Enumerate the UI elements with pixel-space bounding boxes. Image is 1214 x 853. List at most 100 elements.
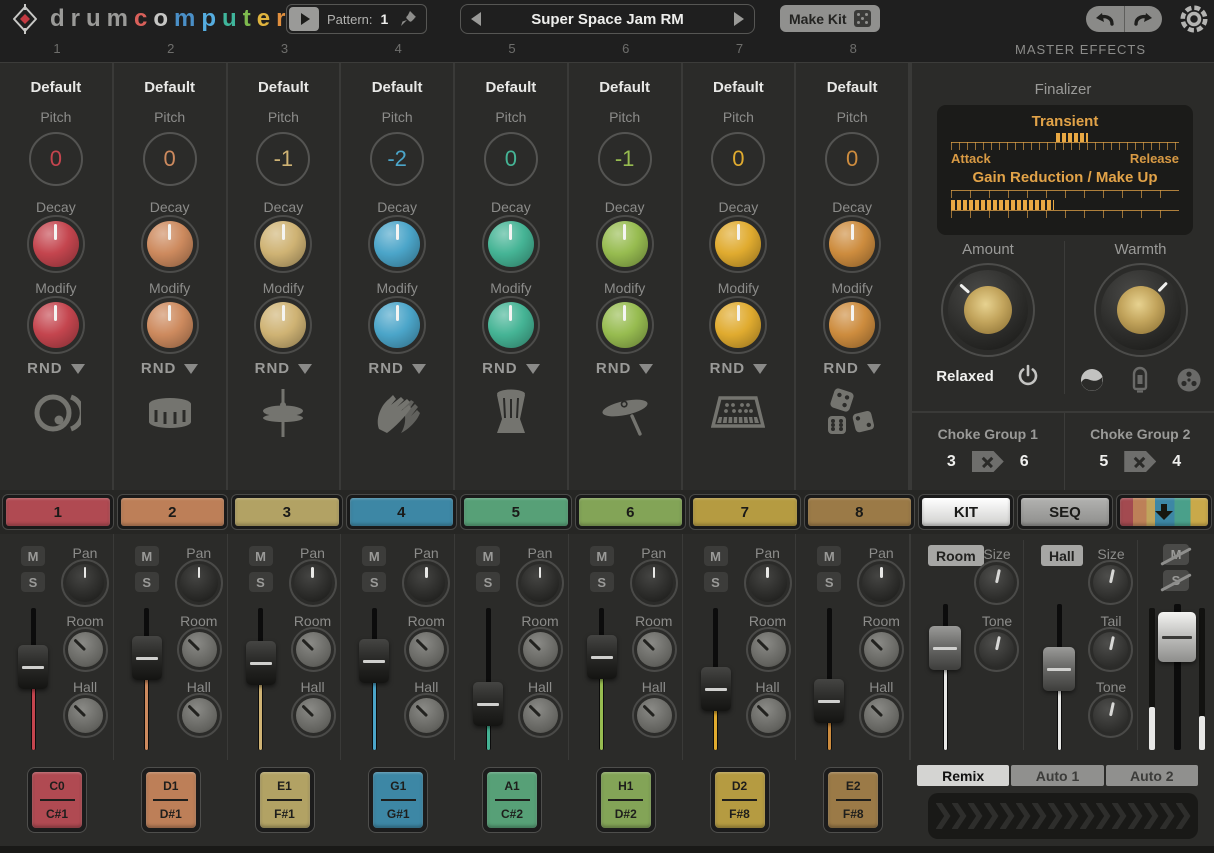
room-fader[interactable] — [928, 604, 962, 750]
undo-button[interactable] — [1086, 6, 1125, 32]
dice-icon[interactable] — [826, 387, 878, 439]
channel-fader[interactable] — [130, 608, 164, 750]
conga-icon[interactable] — [489, 387, 533, 439]
randomize-control[interactable]: RND — [823, 360, 881, 377]
transient-meter[interactable] — [951, 133, 1179, 142]
channel-preset-name[interactable]: Default — [713, 79, 764, 96]
note-pad-8[interactable]: E2F#8 — [823, 767, 883, 833]
choke-group-2-left[interactable]: 5 — [1099, 453, 1108, 471]
channel-fader[interactable] — [471, 608, 505, 750]
trigger-pad-3[interactable]: 3 — [231, 494, 343, 530]
trigger-pad-6[interactable]: 6 — [575, 494, 687, 530]
note-pad-2[interactable]: D1D#1 — [141, 767, 201, 833]
mute-button[interactable]: M — [135, 546, 159, 566]
hall-send-knob[interactable] — [409, 698, 444, 733]
note-pad-5[interactable]: A1C#2 — [482, 767, 542, 833]
pitch-knob[interactable]: 0 — [484, 132, 538, 186]
mute-button[interactable]: M — [249, 546, 273, 566]
preset-next-icon[interactable] — [734, 12, 744, 26]
randomize-control[interactable]: RND — [596, 360, 654, 377]
preset-prev-icon[interactable] — [471, 12, 481, 26]
note-pad-6[interactable]: H1D#2 — [596, 767, 656, 833]
modify-knob[interactable] — [260, 302, 306, 348]
make-kit-button[interactable]: Make Kit — [780, 5, 880, 32]
channel-fader[interactable] — [699, 608, 733, 750]
randomize-control[interactable]: RND — [27, 360, 85, 377]
modify-knob[interactable] — [488, 302, 534, 348]
modify-knob[interactable] — [602, 302, 648, 348]
room-send-knob[interactable] — [409, 632, 444, 667]
solo-button[interactable]: S — [817, 572, 841, 592]
pitch-knob[interactable]: 0 — [825, 132, 879, 186]
decay-knob[interactable] — [260, 221, 306, 267]
hihat-icon[interactable] — [258, 387, 308, 439]
choke-x-icon[interactable] — [972, 451, 1004, 472]
decay-knob[interactable] — [374, 221, 420, 267]
decay-knob[interactable] — [829, 221, 875, 267]
play-button[interactable] — [289, 7, 319, 31]
mute-button[interactable]: M — [704, 546, 728, 566]
pan-knob[interactable] — [180, 564, 218, 602]
channel-fader[interactable] — [357, 608, 391, 750]
master-solo-button[interactable]: S — [1163, 570, 1189, 591]
trigger-pad-7[interactable]: 7 — [689, 494, 801, 530]
master-volume-fader[interactable] — [1157, 604, 1197, 750]
pitch-knob[interactable]: 0 — [143, 132, 197, 186]
pan-knob[interactable] — [407, 564, 445, 602]
choke-group-1-right[interactable]: 6 — [1020, 453, 1029, 471]
pan-knob[interactable] — [294, 564, 332, 602]
modify-knob[interactable] — [374, 302, 420, 348]
remix-tab-remix[interactable]: Remix — [917, 765, 1009, 786]
choke-x-icon[interactable] — [1124, 451, 1156, 472]
pitch-knob[interactable]: -1 — [256, 132, 310, 186]
hall-send-knob[interactable] — [296, 698, 331, 733]
warmth-knob[interactable] — [1101, 270, 1181, 350]
compressor-mode-label[interactable]: Relaxed — [936, 368, 994, 385]
amount-knob[interactable] — [948, 270, 1028, 350]
modify-knob[interactable] — [829, 302, 875, 348]
pin-icon[interactable] — [398, 9, 418, 29]
channel-preset-name[interactable]: Default — [485, 79, 536, 96]
channel-preset-name[interactable]: Default — [258, 79, 309, 96]
preset-name[interactable]: Super Space Jam RM — [531, 11, 684, 28]
hall-tone-knob[interactable] — [1093, 698, 1128, 733]
randomize-control[interactable]: RND — [710, 360, 768, 377]
solo-button[interactable]: S — [476, 572, 500, 592]
pitch-knob[interactable]: 0 — [711, 132, 765, 186]
solo-button[interactable]: S — [704, 572, 728, 592]
hall-tail-knob[interactable] — [1093, 632, 1128, 667]
note-pad-1[interactable]: C0C#1 — [27, 767, 87, 833]
mute-button[interactable]: M — [590, 546, 614, 566]
kit-download-button[interactable] — [1116, 494, 1212, 530]
channel-fader[interactable] — [244, 608, 278, 750]
pan-knob[interactable] — [635, 564, 673, 602]
room-send-knob[interactable] — [68, 632, 103, 667]
hall-send-knob[interactable] — [68, 698, 103, 733]
decay-knob[interactable] — [602, 221, 648, 267]
remix-tab-auto-2[interactable]: Auto 2 — [1106, 765, 1198, 786]
randomize-control[interactable]: RND — [368, 360, 426, 377]
hall-size-knob[interactable] — [1093, 565, 1128, 600]
note-pad-7[interactable]: D2F#8 — [710, 767, 770, 833]
note-pad-4[interactable]: G1G#1 — [368, 767, 428, 833]
room-send-knob[interactable] — [751, 632, 786, 667]
power-icon[interactable] — [1016, 364, 1040, 388]
solo-button[interactable]: S — [590, 572, 614, 592]
room-send-knob[interactable] — [864, 632, 899, 667]
mute-button[interactable]: M — [476, 546, 500, 566]
solo-button[interactable]: S — [21, 572, 45, 592]
channel-preset-name[interactable]: Default — [599, 79, 650, 96]
pan-knob[interactable] — [521, 564, 559, 602]
trigger-pad-4[interactable]: 4 — [346, 494, 458, 530]
randomize-control[interactable]: RND — [141, 360, 199, 377]
snare-drum-icon[interactable] — [145, 387, 195, 439]
tape-reel-icon[interactable] — [1175, 366, 1203, 394]
saturation-curve-icon[interactable] — [1079, 367, 1105, 393]
hall-send-knob[interactable] — [182, 698, 217, 733]
hall-fader[interactable] — [1042, 604, 1076, 750]
channel-fader[interactable] — [812, 608, 846, 750]
modify-knob[interactable] — [147, 302, 193, 348]
channel-fader[interactable] — [585, 608, 619, 750]
pitch-knob[interactable]: 0 — [29, 132, 83, 186]
choke-group-2-right[interactable]: 4 — [1172, 453, 1181, 471]
